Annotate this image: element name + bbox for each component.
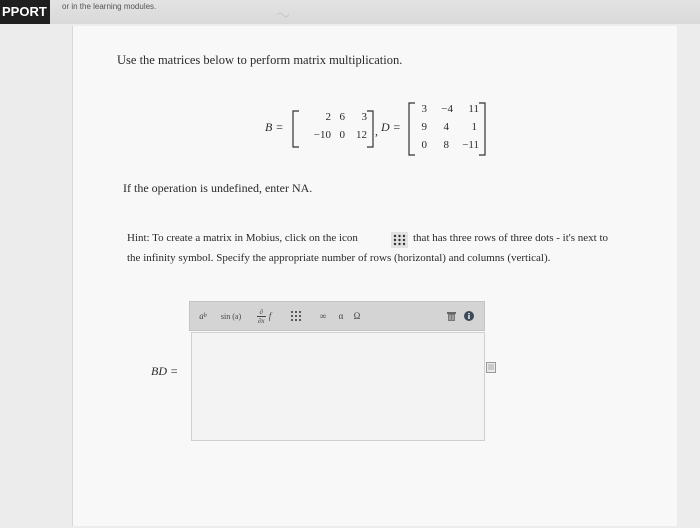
answer-input[interactable] — [191, 332, 485, 441]
matrix-b-cell: 3 — [361, 111, 368, 123]
matrix-d-cell: 0 — [421, 139, 428, 151]
matrix-d-cell: 4 — [443, 121, 450, 133]
answer-label: BD = — [151, 364, 179, 378]
help-button[interactable] — [462, 307, 476, 325]
derivative-fraction: ∂ ∂x — [256, 307, 266, 325]
matrix-dots-icon — [391, 232, 408, 248]
matrix-d-cell: 3 — [421, 103, 428, 115]
matrix-dots-icon — [291, 311, 301, 321]
matrix-b-left-bracket — [292, 110, 299, 148]
matrix-d-cell: −11 — [462, 139, 479, 151]
info-icon — [464, 311, 474, 321]
derivative-bottom: ∂x — [257, 316, 265, 325]
preview-icon[interactable] — [486, 362, 496, 373]
matrix-b-cell: 0 — [339, 129, 346, 141]
matrix-d-cell: 1 — [471, 121, 478, 133]
power-button[interactable]: ab — [194, 307, 212, 325]
derivative-top: ∂ — [259, 307, 263, 316]
infinity-button[interactable]: ∞ — [316, 307, 330, 325]
matrix-d-cell: −4 — [441, 103, 453, 115]
matrix-display: B = 2 6 3 −10 0 12 , D = 3 −4 11 9 4 1 0… — [265, 100, 505, 164]
matrix-b-cell: 12 — [356, 129, 367, 141]
hint-text-continued: that has three rows of three dots - it's… — [413, 232, 609, 244]
matrix-b-cell: 6 — [339, 111, 346, 123]
matrix-b-right-bracket — [367, 110, 374, 148]
top-note: or in the learning modules. — [62, 2, 157, 11]
undefined-note: If the operation is undefined, enter NA. — [123, 181, 313, 195]
matrix-d-cell: 8 — [443, 139, 450, 151]
matrix-button[interactable] — [288, 307, 304, 325]
matrix-d-cell: 11 — [468, 103, 479, 115]
equation-toolbar: ab sin (a) ∂ ∂x f ∞ α Ω — [189, 301, 485, 331]
trash-icon — [446, 312, 456, 321]
matrix-d-cell: 9 — [421, 121, 428, 133]
alpha-button[interactable]: α — [334, 307, 348, 325]
question-card: Use the matrices below to perform matrix… — [72, 26, 677, 526]
omega-button[interactable]: Ω — [350, 307, 364, 325]
question-prompt: Use the matrices below to perform matrix… — [117, 53, 403, 67]
function-button[interactable]: sin (a) — [216, 307, 246, 325]
matrix-b-cell: −10 — [313, 129, 331, 141]
hint-text: Hint: To create a matrix in Mobius, clic… — [127, 232, 358, 244]
derivative-button[interactable]: ∂ ∂x f — [250, 305, 278, 327]
derivative-f: f — [268, 311, 272, 321]
brand-label: PPORT — [0, 0, 50, 24]
matrix-b-cell: 2 — [325, 111, 332, 123]
matrix-d-label: D = — [381, 120, 401, 134]
pen-mark-icon — [276, 12, 290, 18]
power-sup: b — [203, 313, 207, 319]
hint-text-line2: the infinity symbol. Specify the appropr… — [127, 252, 551, 264]
clear-button[interactable] — [444, 307, 458, 325]
matrix-d-right-bracket — [479, 102, 486, 156]
matrix-b-label: B = — [265, 120, 284, 134]
top-bar: PPORT or in the learning modules. — [0, 0, 700, 24]
matrix-separator: , — [375, 124, 378, 138]
